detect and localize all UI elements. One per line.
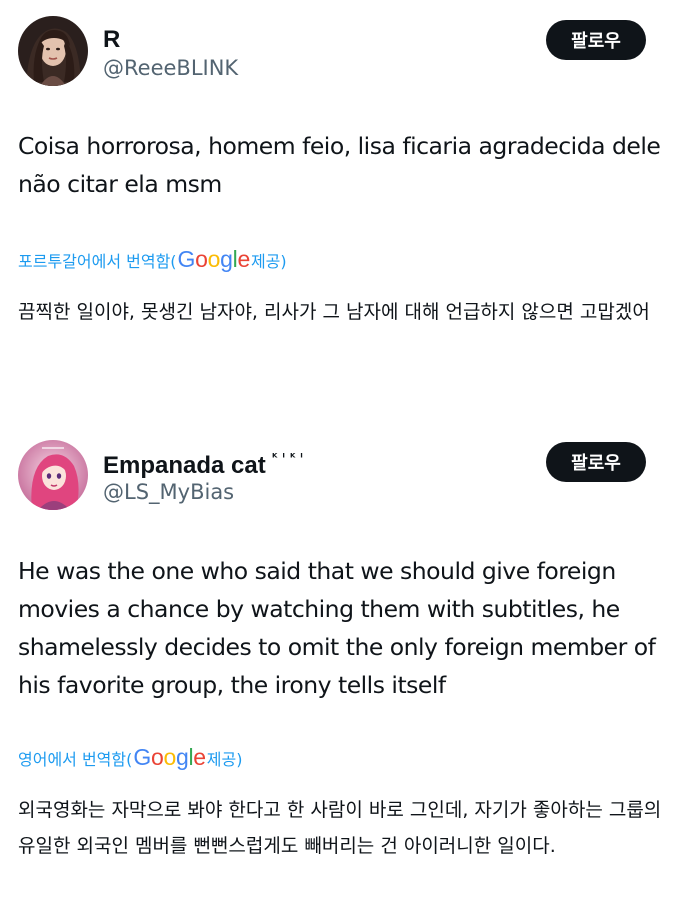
google-logo-letter: G: [177, 246, 196, 272]
avatar[interactable]: [18, 16, 88, 86]
user-handle[interactable]: @ReeeBLINK: [103, 56, 238, 80]
google-logo-letter: g: [220, 246, 233, 272]
tweet[interactable]: Empanada cat ᴷᴵᴷᴵ @LS_MyBias 팔로우 He was …: [0, 420, 700, 903]
google-logo-letter: o: [150, 744, 164, 770]
google-logo-letter: o: [207, 246, 221, 272]
avatar[interactable]: [18, 440, 88, 510]
tweet-text: Coisa horrorosa, homem feio, lisa ficari…: [18, 132, 661, 198]
tweet[interactable]: R @ReeeBLINK 팔로우 Coisa horrorosa, homem …: [0, 0, 700, 410]
google-logo-letter: g: [175, 744, 189, 770]
google-logo: Google: [177, 246, 251, 273]
tweet-text: He was the one who said that we should g…: [18, 557, 656, 699]
translation-attribution[interactable]: 포르투갈어에서 번역함( Google 제공): [18, 246, 287, 273]
translation-suffix: 제공): [250, 252, 287, 271]
user-handle[interactable]: @LS_MyBias: [103, 480, 234, 504]
translation-attribution[interactable]: 영어에서 번역함( Google 제공): [18, 744, 242, 771]
google-logo-letter: G: [133, 744, 151, 770]
display-name[interactable]: R: [103, 26, 120, 54]
follow-button[interactable]: 팔로우: [546, 20, 646, 60]
translation-suffix: 제공): [206, 750, 243, 769]
translated-text: 끔찍한 일이야, 못생긴 남자야, 리사가 그 남자에 대해 언급하지 않으면 …: [18, 301, 650, 323]
display-name[interactable]: Empanada cat: [103, 452, 266, 480]
translation-prefix: 영어에서 번역함(: [18, 750, 133, 769]
translation-prefix: 포르투갈어에서 번역함(: [18, 252, 177, 271]
google-logo-letter: e: [193, 744, 206, 770]
avatar-image: [18, 16, 88, 86]
google-logo: Google: [133, 744, 206, 771]
name-badge: ᴷᴵᴷᴵ: [272, 451, 308, 464]
follow-button[interactable]: 팔로우: [546, 442, 646, 482]
google-logo-letter: o: [163, 744, 176, 770]
avatar-image: [18, 440, 88, 510]
translated-text: 외국영화는 자막으로 봐야 한다고 한 사람이 바로 그인데, 자기가 좋아하는…: [18, 799, 662, 857]
google-logo-letter: o: [195, 246, 208, 272]
google-logo-letter: e: [237, 246, 250, 272]
